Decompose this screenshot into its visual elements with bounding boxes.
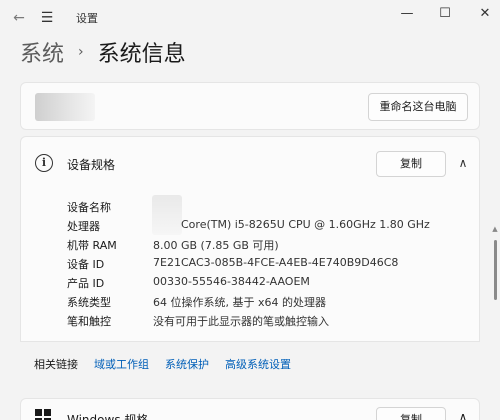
window-title: 设置 (76, 12, 98, 25)
breadcrumb-parent-link[interactable]: 系统 (20, 36, 64, 68)
hamburger-menu-icon[interactable]: ☰ (36, 8, 58, 28)
spec-value: 00330-55546-38442-AAOEM (153, 275, 310, 288)
spec-key: 系统类型 (67, 296, 111, 309)
related-links-label: 相关链接 (34, 358, 78, 371)
spec-value: Core(TM) i5-8265U CPU @ 1.60GHz 1.80 GHz (181, 218, 430, 231)
back-arrow-icon[interactable]: ← (8, 8, 30, 28)
windows-specs-title: Windows 规格 (67, 413, 149, 420)
spec-row-device-name: 设备名称 (67, 199, 153, 217)
breadcrumb: 系统 › 系统信息 (20, 34, 186, 70)
related-links-bar: 相关链接 域或工作组 系统保护 高级系统设置 (20, 342, 480, 386)
spec-value: 7E21CAC3-085B-4FCE-A4EB-4E740B9D46C8 (153, 256, 399, 269)
link-domain-workgroup[interactable]: 域或工作组 (94, 356, 149, 372)
pc-name-card: 重命名这台电脑 (20, 82, 480, 130)
spec-value: 没有可用于此显示器的笔或触控输入 (153, 315, 329, 328)
spec-row-ram: 机带 RAM 8.00 GB (7.85 GB 可用) (67, 237, 279, 255)
spec-row-system-type: 系统类型 64 位操作系统, 基于 x64 的处理器 (67, 294, 326, 312)
windows-specs-card[interactable]: Windows 规格 复制 ∧ (20, 398, 480, 420)
spec-row-product-id: 产品 ID 00330-55546-38442-AAOEM (67, 275, 310, 293)
link-advanced-system-settings[interactable]: 高级系统设置 (225, 356, 291, 372)
close-button[interactable]: ✕ (462, 0, 500, 30)
page-title: 系统信息 (97, 42, 186, 67)
link-system-protection[interactable]: 系统保护 (165, 356, 209, 372)
spec-key: 产品 ID (67, 277, 105, 290)
info-icon: i (35, 154, 53, 172)
chevron-right-icon: › (78, 44, 84, 60)
spec-row-processor: 处理器 Core(TM) i5-8265U CPU @ 1.60GHz 1.80… (67, 218, 430, 236)
windows-logo-icon (35, 409, 51, 420)
pc-image-placeholder (35, 93, 95, 121)
vertical-scrollbar[interactable] (494, 240, 497, 300)
spec-row-device-id: 设备 ID 7E21CAC3-085B-4FCE-A4EB-4E740B9D46… (67, 256, 398, 274)
rename-pc-button[interactable]: 重命名这台电脑 (368, 93, 468, 121)
spec-key: 机带 RAM (67, 239, 117, 252)
spec-value: 8.00 GB (7.85 GB 可用) (153, 239, 279, 252)
spec-key: 处理器 (67, 220, 100, 233)
device-specs-header[interactable]: i 设备规格 复制 ∧ (21, 137, 479, 189)
copy-device-specs-button[interactable]: 复制 (376, 151, 446, 177)
copy-windows-specs-button[interactable]: 复制 (376, 407, 446, 420)
spec-key: 设备 ID (67, 258, 105, 271)
chevron-up-icon[interactable]: ∧ (455, 155, 471, 171)
device-specs-title: 设备规格 (67, 158, 116, 172)
spec-value: 64 位操作系统, 基于 x64 的处理器 (153, 296, 326, 309)
spec-key: 设备名称 (67, 201, 111, 214)
scroll-up-arrow-icon[interactable]: ▲ (490, 225, 500, 235)
title-bar: ← ☰ 设置 — ☐ ✕ (0, 0, 500, 36)
device-specs-card: i 设备规格 复制 ∧ 设备名称 处理器 Core(TM) i5-8265U C… (20, 136, 480, 342)
spec-key: 笔和触控 (67, 315, 111, 328)
chevron-up-icon[interactable]: ∧ (455, 409, 471, 420)
spec-row-pen-touch: 笔和触控 没有可用于此显示器的笔或触控输入 (67, 313, 329, 331)
